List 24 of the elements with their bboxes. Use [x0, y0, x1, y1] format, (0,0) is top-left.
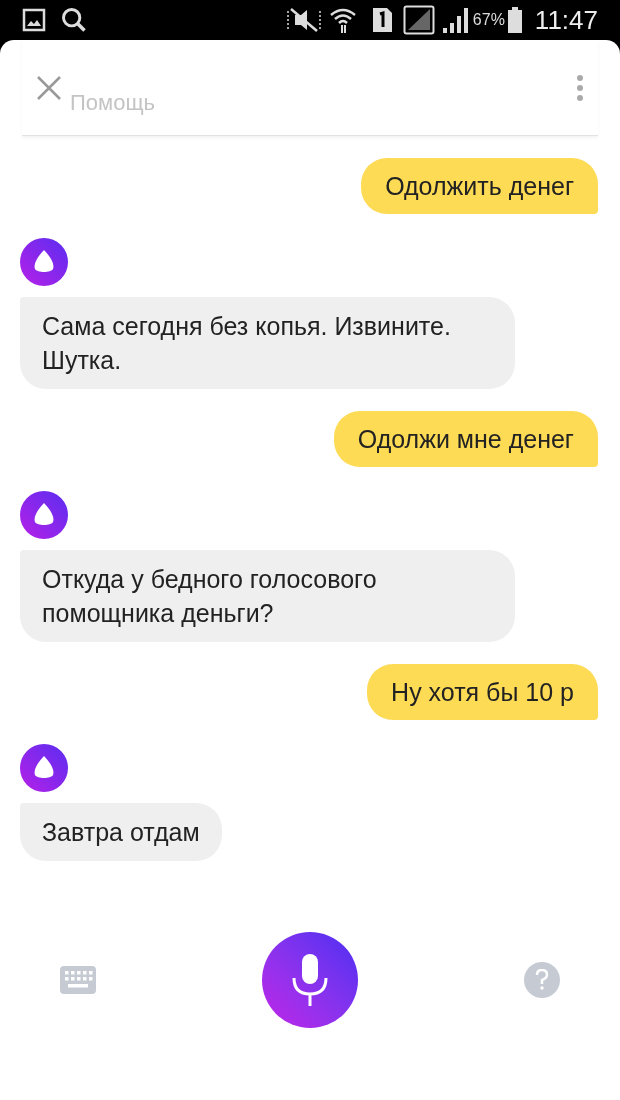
assistant-avatar-icon [20, 744, 68, 792]
assistant-message: Сама сегодня без копья. Извините. Шутка. [20, 297, 515, 389]
search-icon [60, 6, 88, 34]
keyboard-button[interactable] [60, 966, 96, 994]
signal-icon [440, 6, 469, 34]
wifi-icon [328, 6, 357, 34]
assistant-message: Завтра отдам [20, 803, 222, 861]
question-mark-icon [535, 969, 549, 991]
user-message: Ну хотя бы 10 р [367, 664, 598, 720]
assistant-avatar-icon [20, 238, 68, 286]
battery-icon [506, 6, 523, 34]
help-button[interactable] [524, 962, 560, 998]
faded-title: Помощь [70, 89, 155, 117]
user-message: Одолжи мне денег [333, 411, 598, 467]
assistant-message: Откуда у бедного голосового помощника деньги? [20, 550, 515, 642]
gallery-icon [22, 8, 46, 32]
microphone-icon [290, 952, 330, 1008]
signal-box-icon [402, 5, 435, 35]
assistant-avatar-icon [20, 491, 68, 539]
mute-icon [284, 7, 323, 33]
sim-card-icon [370, 6, 393, 34]
clock: 11:47 [534, 3, 598, 37]
user-message: Одолжить денег [361, 158, 598, 214]
battery-percent: 67% [472, 10, 505, 30]
